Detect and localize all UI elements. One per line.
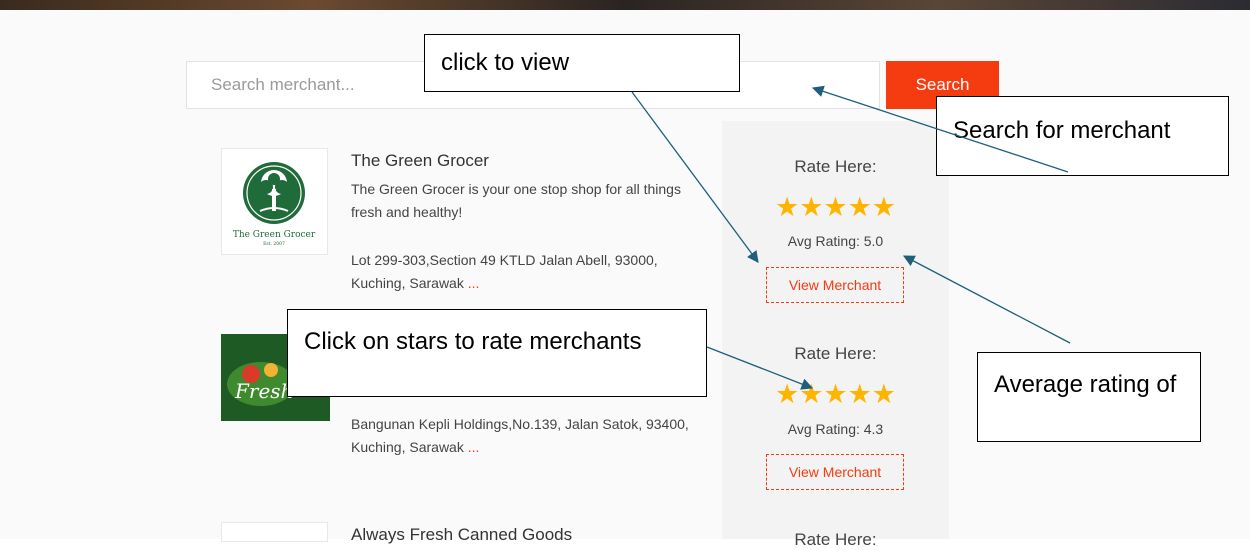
callout-search-for-merchant: Search for merchant: [936, 96, 1229, 176]
merchant-logo[interactable]: [221, 522, 328, 542]
callout-click-stars: Click on stars to rate merchants: [287, 309, 707, 397]
merchant-name[interactable]: Always Fresh Canned Goods: [351, 525, 572, 545]
star-rating-input[interactable]: ★★★★★: [722, 192, 949, 223]
svg-text:Est. 2007: Est. 2007: [263, 241, 285, 247]
merchant-logo[interactable]: The Green Grocer Est. 2007: [221, 148, 328, 255]
header-banner-strip: [0, 0, 1250, 10]
svg-text:Fresh: Fresh: [234, 379, 293, 403]
rate-here-label: Rate Here:: [794, 344, 877, 363]
rate-here-label: Rate Here:: [794, 157, 877, 176]
average-rating: Avg Rating: 4.3: [787, 421, 884, 437]
green-grocer-logo: The Green Grocer Est. 2007: [233, 162, 316, 247]
view-merchant-button[interactable]: View Merchant: [766, 267, 904, 303]
read-more-link[interactable]: ...: [468, 439, 480, 455]
merchant-name[interactable]: The Green Grocer: [351, 151, 489, 171]
rate-here-label: Rate Here:: [794, 530, 877, 549]
svg-text:The Green Grocer: The Green Grocer: [233, 230, 316, 240]
callout-click-to-view: click to view: [424, 34, 740, 92]
average-rating: Avg Rating: 5.0: [787, 233, 884, 249]
merchant-description: The Green Grocer is your one stop shop f…: [351, 181, 681, 220]
callout-average-rating: Average rating of: [977, 352, 1201, 442]
view-merchant-button[interactable]: View Merchant: [766, 454, 904, 490]
merchant-address: Bangunan Kepli Holdings,No.139, Jalan Sa…: [351, 413, 691, 459]
star-rating-input[interactable]: ★★★★★: [722, 379, 949, 410]
merchant-address-text: Lot 299-303,Section 49 KTLD Jalan Abell,…: [351, 252, 658, 291]
merchant-address: Lot 299-303,Section 49 KTLD Jalan Abell,…: [351, 249, 691, 295]
read-more-link[interactable]: ...: [468, 275, 480, 291]
merchant-address-text: Bangunan Kepli Holdings,No.139, Jalan Sa…: [351, 416, 689, 455]
